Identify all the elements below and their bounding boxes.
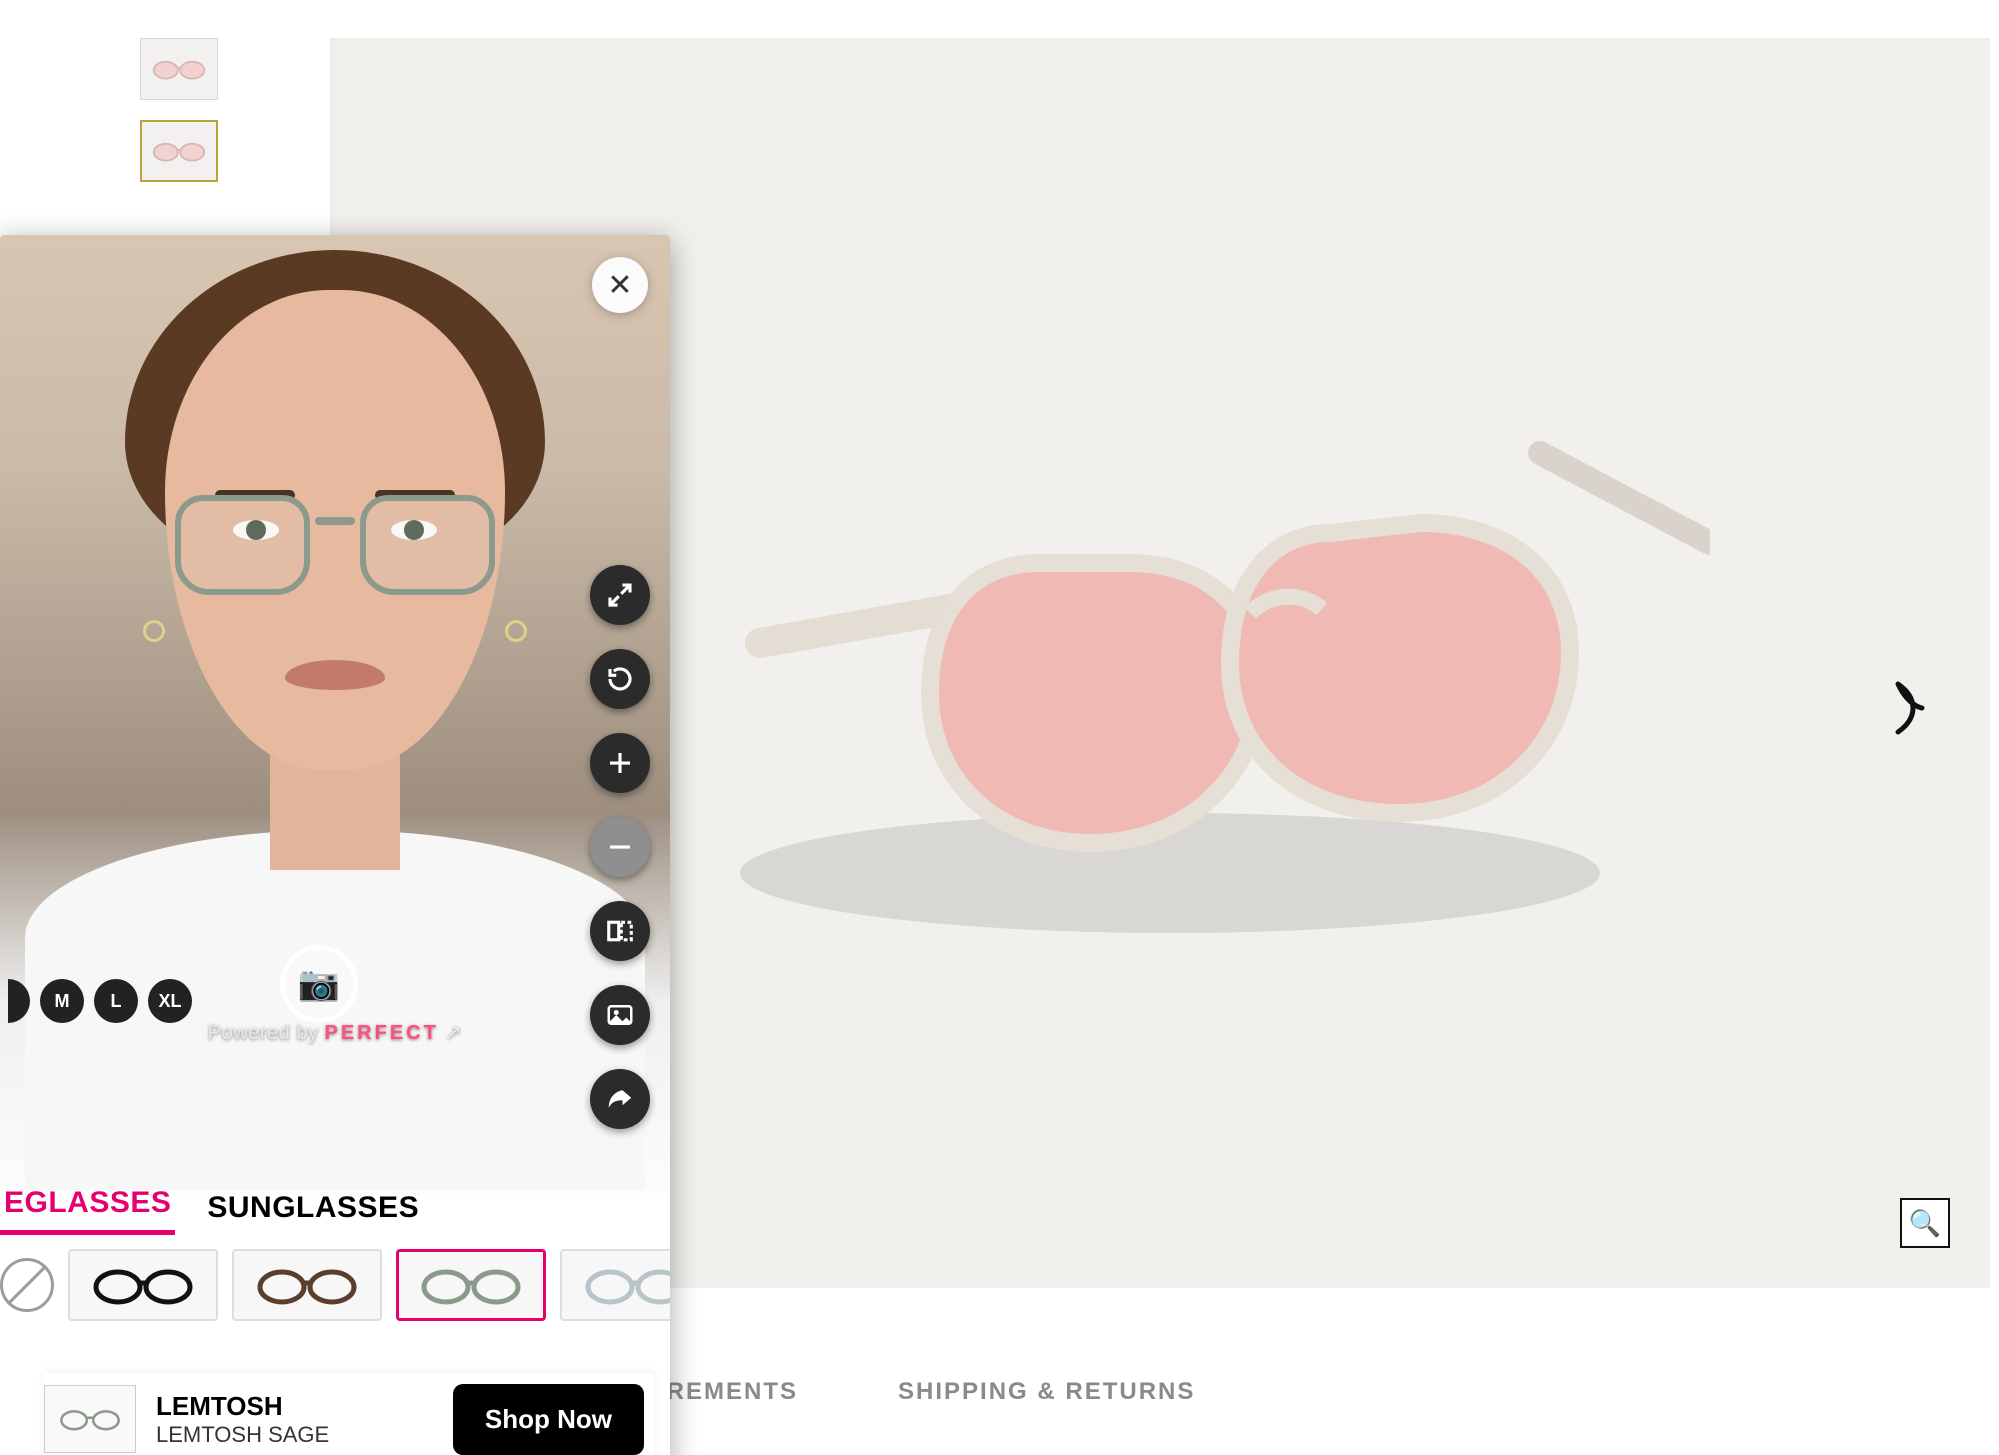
- image-icon: [605, 1000, 635, 1030]
- variant-grey[interactable]: [560, 1249, 670, 1321]
- variant-black[interactable]: [68, 1249, 218, 1321]
- fullscreen-icon: [605, 580, 635, 610]
- glasses-type-tabs: EGLASSES SUNGLASSES: [0, 1175, 423, 1235]
- thumbnail-column: [140, 38, 218, 202]
- powered-by-label: Powered by PERFECT ↗: [208, 1020, 462, 1045]
- minus-icon: [605, 832, 635, 862]
- product-thumbnail-2[interactable]: [140, 120, 218, 182]
- close-try-on-button[interactable]: ✕: [592, 257, 648, 313]
- close-icon: ✕: [607, 268, 632, 303]
- size-option-m[interactable]: M: [40, 979, 84, 1023]
- reset-icon: [605, 664, 635, 694]
- variant-carousel: [0, 1245, 670, 1325]
- size-option-s[interactable]: [8, 979, 30, 1023]
- tab-eyeglasses[interactable]: EGLASSES: [0, 1176, 175, 1235]
- glasses-illustration: [610, 313, 1710, 1013]
- variant-tortoise[interactable]: [232, 1249, 382, 1321]
- external-link-icon: ↗: [445, 1022, 462, 1044]
- selected-product-bar: LEMTOSH LEMTOSH SAGE Shop Now: [44, 1373, 654, 1455]
- capture-photo-button[interactable]: 📷: [280, 945, 358, 1023]
- no-filter-option[interactable]: [0, 1258, 54, 1312]
- share-button[interactable]: [590, 1069, 650, 1129]
- camera-icon: 📷: [298, 964, 340, 1004]
- image-mode-button[interactable]: [590, 985, 650, 1045]
- compare-icon: [605, 916, 635, 946]
- share-icon: [605, 1084, 635, 1114]
- virtual-glasses-overlay: [175, 495, 495, 605]
- zoom-in-button[interactable]: [590, 733, 650, 793]
- product-info-tabs: ASUREMENTS SHIPPING & RETURNS: [610, 1378, 1195, 1406]
- selected-product-name: LEMTOSH: [156, 1391, 329, 1422]
- variant-sage[interactable]: [396, 1249, 546, 1321]
- tab-shipping-returns[interactable]: SHIPPING & RETURNS: [898, 1378, 1195, 1406]
- fullscreen-button[interactable]: [590, 565, 650, 625]
- compare-button[interactable]: [590, 901, 650, 961]
- virtual-try-on-panel: ✕: [0, 235, 670, 1455]
- reset-button[interactable]: [590, 649, 650, 709]
- size-option-l[interactable]: L: [94, 979, 138, 1023]
- zoom-out-button[interactable]: [590, 817, 650, 877]
- plus-icon: [605, 748, 635, 778]
- zoom-button[interactable]: 🔍: [1900, 1198, 1950, 1248]
- selected-product-variant: LEMTOSH SAGE: [156, 1422, 329, 1448]
- search-icon: 🔍: [1909, 1208, 1941, 1239]
- size-option-xl[interactable]: XL: [148, 979, 192, 1023]
- selected-thumbnail: [44, 1385, 136, 1453]
- face-preview: [125, 290, 545, 860]
- product-thumbnail-1[interactable]: [140, 38, 218, 100]
- try-on-camera-view: ✕: [0, 235, 670, 1195]
- tab-sunglasses[interactable]: SUNGLASSES: [203, 1181, 423, 1235]
- next-image-button[interactable]: [1890, 678, 1930, 738]
- size-selector: M L XL: [8, 979, 192, 1023]
- shop-now-button[interactable]: Shop Now: [453, 1384, 644, 1455]
- try-on-controls: [590, 565, 650, 1129]
